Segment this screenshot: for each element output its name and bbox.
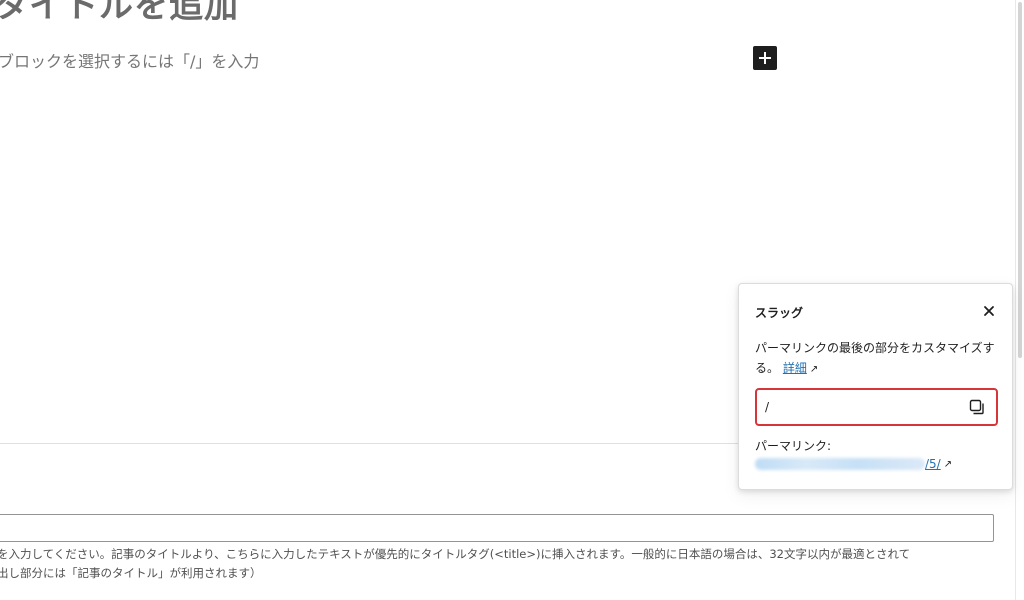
section-divider: [0, 443, 740, 444]
permalink-url-blurred[interactable]: [755, 458, 925, 470]
scrollbar[interactable]: [1015, 0, 1024, 600]
popover-title: スラッグ: [755, 306, 804, 320]
close-icon: [984, 306, 994, 316]
plus-icon: [759, 52, 771, 64]
permalink-row: /5/↗: [755, 457, 952, 471]
permalink-link[interactable]: /5/: [925, 457, 941, 471]
help-text-line: を入力してください。記事のタイトルより、こちらに入力したテキストが優先的にタイト…: [0, 547, 911, 561]
copy-icon: [969, 399, 984, 415]
seo-title-input[interactable]: [0, 514, 994, 542]
external-link-icon: ↗: [943, 458, 953, 470]
popover-description: パーマリンクの最後の部分をカスタマイズする。 詳細 ↗: [755, 338, 1005, 380]
permalink-label: パーマリンク:: [755, 439, 832, 453]
slug-popover: スラッグ パーマリンクの最後の部分をカスタマイズする。 詳細↗ パーマリンク: …: [738, 283, 1013, 490]
block-placeholder[interactable]: ブロックを選択するには「/」を入力: [0, 48, 259, 72]
close-button[interactable]: [980, 302, 998, 320]
block-inserter-button[interactable]: [753, 46, 777, 70]
external-link-icon: ↗: [809, 364, 819, 375]
slug-field[interactable]: [755, 388, 998, 426]
scrollbar-thumb[interactable]: [1018, 2, 1022, 358]
slug-input[interactable]: [765, 396, 965, 418]
seo-title-help: を入力してください。記事のタイトルより、こちらに入力したテキストが優先的にタイト…: [0, 545, 997, 583]
help-text-line: 出し部分には「記事のタイトル」が利用されます）: [0, 566, 262, 580]
copy-button[interactable]: [968, 398, 986, 416]
learn-more-link[interactable]: 詳細: [783, 361, 807, 375]
editor-canvas: タイトルを追加 ブロックを選択するには「/」を入力 を入力してください。記事のタ…: [0, 0, 1024, 600]
post-title[interactable]: タイトルを追加: [0, 0, 239, 27]
